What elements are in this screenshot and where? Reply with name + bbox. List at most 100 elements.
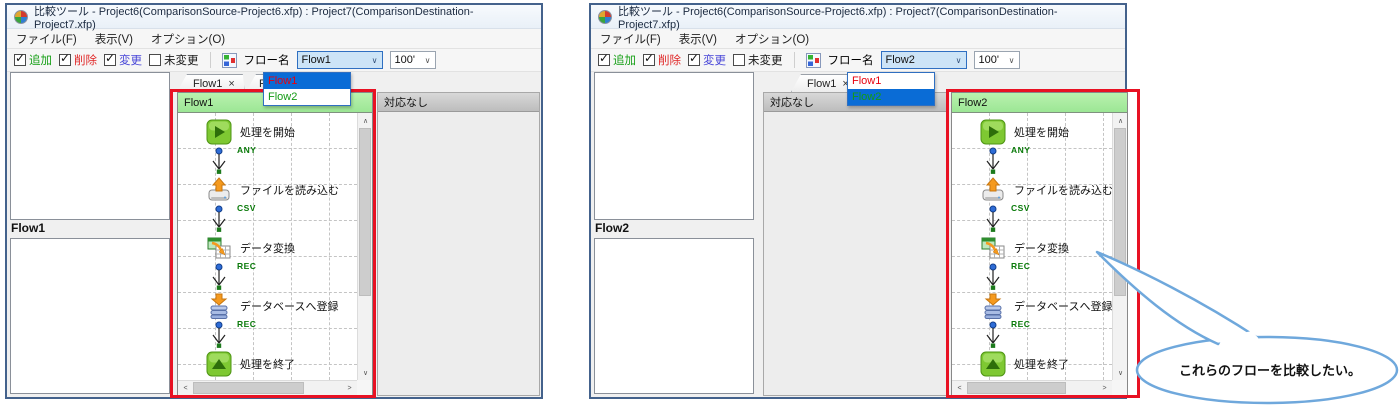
checkbox-change[interactable]: ✓ [104, 54, 116, 66]
flow-node[interactable]: ファイルを読み込む [206, 177, 339, 203]
chevron-down-icon: ∨ [372, 56, 378, 65]
checkbox-change[interactable]: ✓ [688, 54, 700, 66]
scroll-left-icon[interactable]: < [178, 381, 193, 395]
connector-type-label: ANY [1011, 145, 1030, 155]
checkbox-delete-group: ✓ 削除 [59, 52, 97, 68]
flow-node[interactable]: データベースへ登録 [206, 293, 338, 319]
flow-node-icon [980, 351, 1006, 377]
dropdown-option-flow1[interactable]: Flow1 [848, 73, 934, 89]
flow-connector: ANY [980, 147, 1006, 175]
checkbox-change-group: ✓ 変更 [688, 52, 726, 68]
vertical-scrollbar[interactable]: ∧ ∨ [1112, 113, 1127, 380]
connector-type-label: REC [1011, 261, 1030, 271]
vertical-scrollbar[interactable]: ∧ ∨ [357, 113, 372, 380]
scroll-right-icon[interactable]: > [1097, 381, 1112, 395]
flow-canvas[interactable]: 処理を開始 ANY ファイルを読み込む CSV データ変換 REC データベース… [178, 113, 372, 395]
dropdown-option-flow2[interactable]: Flow2 [264, 89, 350, 105]
checkbox-delete-label: 削除 [658, 52, 681, 68]
flow-node-label: データベースへ登録 [1014, 298, 1112, 314]
sidebar-bottom-panel[interactable] [10, 238, 170, 394]
checkbox-unchanged[interactable] [733, 54, 745, 66]
scrollbar-corner [1112, 380, 1127, 395]
flow-node-label: データ変換 [1014, 240, 1069, 256]
flow-node[interactable]: データ変換 [206, 235, 295, 261]
menu-view[interactable]: 表示(V) [95, 31, 133, 47]
grid-line [178, 148, 357, 149]
flow-node[interactable]: 処理を開始 [206, 119, 295, 145]
scroll-right-icon[interactable]: > [342, 381, 357, 395]
menu-bar: ファイル(F) 表示(V) オプション(O) [7, 29, 541, 49]
window-title: 比較ツール - Project6(ComparisonSource-Projec… [34, 3, 534, 31]
window-content: Flow1 Flow1 × Flow2 Flow1 処理を開始 ANY ファイル… [7, 72, 541, 399]
checkbox-delete[interactable]: ✓ [59, 54, 71, 66]
tab-flow1[interactable]: Flow1 × [177, 74, 245, 92]
chevron-down-icon: ∨ [425, 56, 431, 65]
sidebar-top-panel[interactable] [10, 72, 170, 220]
vertical-scroll-thumb[interactable] [1114, 128, 1126, 296]
checkbox-delete-group: ✓ 削除 [643, 52, 681, 68]
scroll-up-icon[interactable]: ∧ [358, 113, 372, 128]
dropdown-option-flow2[interactable]: Flow2 [848, 89, 934, 105]
flow-canvas[interactable]: 処理を開始 ANY ファイルを読み込む CSV データ変換 REC データベース… [952, 113, 1127, 395]
tab-close-icon[interactable]: × [228, 78, 234, 90]
flow-node-icon [980, 293, 1006, 319]
flow-connector: REC [206, 263, 232, 291]
flow-node-icon [980, 119, 1006, 145]
sidebar-top-panel[interactable] [594, 72, 754, 220]
flow-connector: ANY [206, 147, 232, 175]
toolbar: ✓ 追加 ✓ 削除 ✓ 変更 未変更 フロー名 Flow1 ∨ 100' ∨ [7, 49, 541, 72]
checkbox-unchanged[interactable] [149, 54, 161, 66]
sidebar-bottom-panel[interactable] [594, 238, 754, 394]
checkbox-add-label: 追加 [613, 52, 636, 68]
flow-name-value: Flow1 [302, 54, 331, 66]
connector-type-label: CSV [237, 203, 256, 213]
flow-node[interactable]: 処理を終了 [206, 351, 295, 377]
scroll-down-icon[interactable]: ∨ [358, 365, 372, 380]
flow-node-label: 処理を開始 [1014, 124, 1069, 140]
zoom-combobox[interactable]: 100' ∨ [390, 51, 436, 69]
vertical-scroll-thumb[interactable] [359, 128, 371, 296]
menu-options[interactable]: オプション(O) [735, 31, 809, 47]
flow-name-label: フロー名 [828, 52, 874, 68]
checkbox-change-label: 変更 [703, 52, 726, 68]
flow-node[interactable]: ファイルを読み込む [980, 177, 1112, 203]
flow-node[interactable]: 処理を終了 [980, 351, 1069, 377]
dropdown-option-flow1[interactable]: Flow1 [264, 73, 350, 89]
title-bar[interactable]: 比較ツール - Project6(ComparisonSource-Projec… [591, 5, 1125, 29]
flow-node-icon [980, 177, 1006, 203]
scroll-left-icon[interactable]: < [952, 381, 967, 395]
flow-node[interactable]: データベースへ登録 [980, 293, 1112, 319]
flow-node-icon [206, 351, 232, 377]
connector-type-label: REC [1011, 319, 1030, 329]
checkbox-add[interactable]: ✓ [14, 54, 26, 66]
comparison-tool-window-source: 比較ツール - Project6(ComparisonSource-Projec… [5, 3, 543, 399]
scroll-up-icon[interactable]: ∧ [1113, 113, 1127, 128]
flow-node[interactable]: 処理を開始 [980, 119, 1069, 145]
menu-file[interactable]: ファイル(F) [16, 31, 77, 47]
checkbox-delete-label: 削除 [74, 52, 97, 68]
flow-name-combobox[interactable]: Flow1 ∨ [297, 51, 383, 69]
grid-line [952, 220, 1112, 221]
no-match-header: 対応なし [378, 93, 539, 112]
flow-diagram-panel: Flow1 処理を開始 ANY ファイルを読み込む CSV データ変換 REC … [177, 92, 373, 396]
title-bar[interactable]: 比較ツール - Project6(ComparisonSource-Projec… [7, 5, 541, 29]
menu-options[interactable]: オプション(O) [151, 31, 225, 47]
checkbox-delete[interactable]: ✓ [643, 54, 655, 66]
checkbox-change-group: ✓ 変更 [104, 52, 142, 68]
horizontal-scrollbar[interactable]: < > [952, 380, 1112, 395]
flow-name-label: フロー名 [244, 52, 290, 68]
menu-view[interactable]: 表示(V) [679, 31, 717, 47]
horizontal-scrollbar[interactable]: < > [178, 380, 357, 395]
scroll-down-icon[interactable]: ∨ [1113, 365, 1127, 380]
horizontal-scroll-thumb[interactable] [193, 382, 304, 394]
horizontal-scroll-thumb[interactable] [967, 382, 1066, 394]
flow-panel-header: Flow2 [952, 93, 1127, 113]
app-icon [14, 10, 28, 24]
checkbox-add[interactable]: ✓ [598, 54, 610, 66]
flow-name-combobox[interactable]: Flow2 ∨ [881, 51, 967, 69]
comparison-tool-window-destination: 比較ツール - Project6(ComparisonSource-Projec… [589, 3, 1127, 399]
menu-file[interactable]: ファイル(F) [600, 31, 661, 47]
zoom-combobox[interactable]: 100' ∨ [974, 51, 1020, 69]
flow-node[interactable]: データ変換 [980, 235, 1069, 261]
flow-node-label: 処理を開始 [240, 124, 295, 140]
